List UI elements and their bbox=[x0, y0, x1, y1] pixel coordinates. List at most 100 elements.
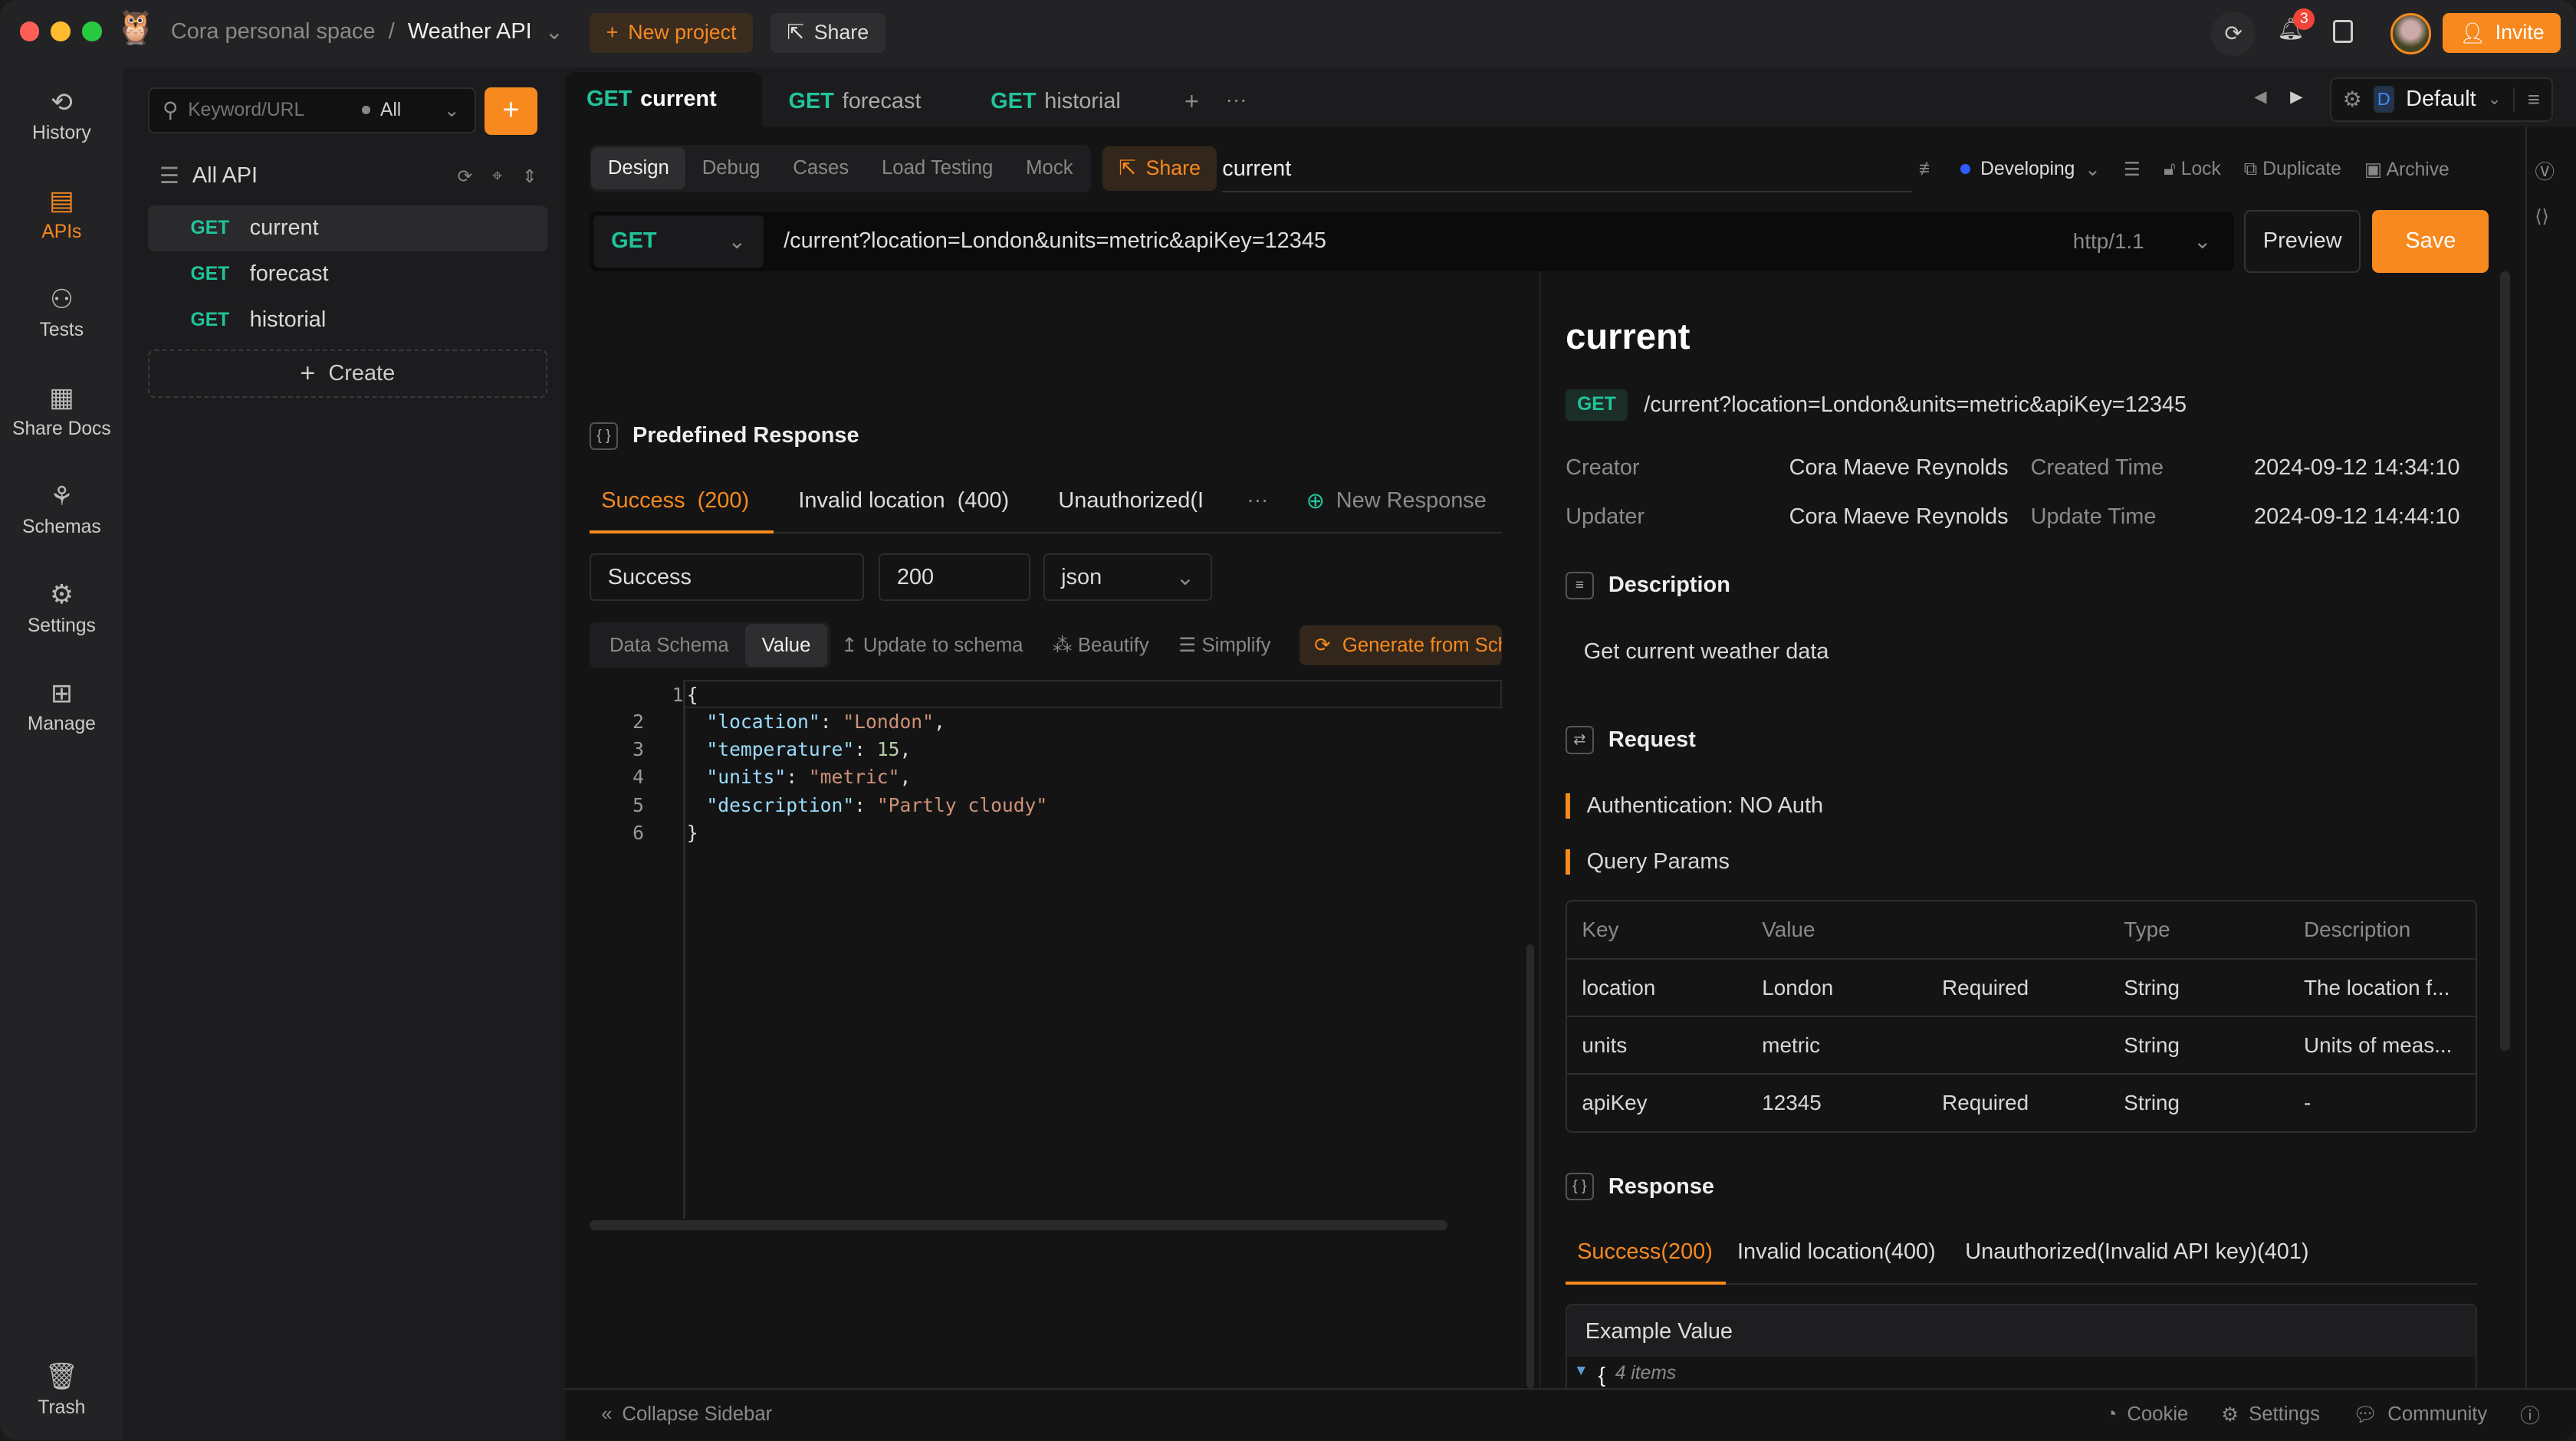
tab-historial[interactable]: GET historial bbox=[969, 77, 1171, 126]
minimize-window-button[interactable] bbox=[51, 21, 71, 41]
generate-from-schema-button[interactable]: ⟳ Generate from Sch bbox=[1300, 625, 1502, 665]
subtab-mock[interactable]: Mock bbox=[1010, 147, 1089, 190]
add-button[interactable]: + bbox=[485, 87, 537, 135]
share-api-button[interactable]: ⇱ Share bbox=[1102, 146, 1217, 191]
format-select[interactable]: json ⌄ bbox=[1043, 553, 1213, 602]
avatar[interactable] bbox=[2390, 13, 2432, 54]
project-selector[interactable]: Weather API bbox=[408, 19, 532, 44]
method-select[interactable]: GET ⌄ bbox=[593, 215, 764, 268]
environment-settings-icon[interactable]: ⚙ bbox=[2343, 87, 2362, 112]
protocol-select[interactable]: http/1.1 ⌄ bbox=[2073, 228, 2235, 254]
archive-button[interactable]: ▣ Archive bbox=[2364, 158, 2450, 181]
tree-item-forecast[interactable]: GET forecast bbox=[148, 251, 547, 297]
locate-icon[interactable]: ⌖ bbox=[492, 166, 502, 187]
sync-icon[interactable]: ⟳ bbox=[2211, 11, 2256, 56]
url-input[interactable] bbox=[764, 228, 2073, 254]
search-input[interactable] bbox=[188, 99, 353, 121]
horizontal-scrollbar[interactable] bbox=[590, 1220, 1447, 1230]
menu-icon[interactable]: ≡ bbox=[2512, 87, 2540, 112]
value-tab[interactable]: Value bbox=[745, 624, 827, 667]
duplicate-button[interactable]: ⧉ Duplicate bbox=[2244, 159, 2341, 180]
doc-response-tab[interactable]: Success(200) bbox=[1566, 1226, 1727, 1285]
collapse-triangle-icon[interactable]: ▼ bbox=[1574, 1363, 1589, 1380]
lock-button[interactable]: 🔓︎ Lock bbox=[2164, 159, 2221, 180]
method-label: GET bbox=[190, 263, 230, 284]
share-project-button[interactable]: ⇱ Share bbox=[770, 13, 886, 53]
preview-button[interactable]: Preview bbox=[2244, 210, 2361, 273]
nav-trash[interactable]: 🗑︎ Trash bbox=[0, 1361, 123, 1418]
invite-button[interactable]: 👤︎ Invite bbox=[2443, 13, 2561, 53]
beautify-button[interactable]: ⁂ Beautify bbox=[1053, 634, 1149, 657]
more-tabs-icon[interactable]: ··· bbox=[1226, 87, 1247, 112]
expand-collapse-icon[interactable]: ⇕ bbox=[522, 166, 537, 187]
nav-apis[interactable]: ▤ APIs bbox=[0, 185, 123, 242]
doc-response-tab[interactable]: Unauthorized(Invalid API key)(401) bbox=[1953, 1226, 2327, 1285]
nav-label: Schemas bbox=[22, 517, 101, 538]
collapse-sidebar-button[interactable]: «Collapse Sidebar bbox=[601, 1403, 772, 1426]
doc-url: /current?location=London&units=metric&ap… bbox=[1644, 392, 2187, 417]
nav-share-docs[interactable]: ▦ Share Docs bbox=[0, 382, 123, 439]
outline-icon[interactable]: ☰ bbox=[2124, 158, 2141, 181]
data-schema-tab[interactable]: Data Schema bbox=[593, 624, 746, 667]
environment-select[interactable]: Default bbox=[2406, 87, 2476, 112]
response-name-input[interactable] bbox=[590, 553, 865, 602]
response-tab[interactable]: Invalid location (400) bbox=[774, 476, 1033, 533]
doc-response-tab[interactable]: Invalid location(400) bbox=[1726, 1226, 1953, 1285]
nav-history[interactable]: ⟲ History bbox=[0, 87, 123, 144]
cookie-icon: ◔ bbox=[2104, 1403, 2118, 1426]
subtab-cases[interactable]: Cases bbox=[777, 147, 866, 190]
api-list-icon: ☰ bbox=[159, 164, 179, 189]
refresh-icon[interactable]: ⟳ bbox=[458, 166, 473, 187]
request-title: Request bbox=[1608, 727, 1696, 752]
all-api-label[interactable]: All API bbox=[192, 163, 258, 189]
document-icon[interactable] bbox=[2332, 19, 2353, 43]
version-icon[interactable]: Ⓥ bbox=[2535, 156, 2555, 185]
chevron-down-icon: ⌄ bbox=[544, 19, 564, 44]
new-tab-plus-icon[interactable]: + bbox=[1184, 87, 1199, 116]
nav-schemas[interactable]: ⚘ Schemas bbox=[0, 481, 123, 538]
close-window-button[interactable] bbox=[19, 21, 40, 41]
chevron-down-icon: ⌄ bbox=[2085, 159, 2101, 180]
nav-tests[interactable]: ⚇ Tests bbox=[0, 284, 123, 341]
description-title: Description bbox=[1608, 573, 1730, 598]
status-code-input[interactable] bbox=[879, 553, 1030, 602]
column-header: Value bbox=[1762, 917, 1815, 942]
create-button[interactable]: + Create bbox=[147, 350, 547, 398]
doc-scrollbar[interactable] bbox=[2500, 271, 2511, 1052]
simplify-button[interactable]: ☰ Simplify bbox=[1178, 634, 1270, 657]
nav-settings[interactable]: ⚙ Settings bbox=[0, 579, 123, 636]
tree-item-current[interactable]: GET current bbox=[147, 205, 547, 251]
scroll-right-icon[interactable]: ▶ bbox=[2290, 87, 2302, 107]
cookie-button[interactable]: ◔ Cookie bbox=[2105, 1400, 2188, 1429]
vertical-scrollbar[interactable] bbox=[1526, 944, 1535, 1388]
scroll-left-icon[interactable]: ◀ bbox=[2254, 87, 2266, 107]
tab-forecast[interactable]: GET forecast bbox=[767, 77, 970, 126]
new-project-button[interactable]: + New project bbox=[590, 13, 753, 53]
help-icon[interactable]: ⓘ bbox=[2520, 1400, 2540, 1429]
response-tab[interactable]: Unauthorized(I bbox=[1033, 476, 1211, 533]
tab-current[interactable]: GET current bbox=[565, 72, 763, 126]
more-responses-icon[interactable]: ··· bbox=[1247, 487, 1268, 512]
code-icon[interactable]: ⟨⟩ bbox=[2535, 205, 2548, 227]
api-name-field[interactable]: current bbox=[1222, 156, 1913, 193]
maximize-window-button[interactable] bbox=[82, 21, 102, 41]
edit-format-icon[interactable]: ≢ bbox=[1919, 159, 1938, 180]
response-tab[interactable]: Success (200) bbox=[590, 476, 774, 534]
tab-label: current bbox=[640, 87, 717, 112]
code-editor[interactable]: 1{2 "location": "London", 3 "temperature": … bbox=[590, 680, 1502, 1222]
settings-button[interactable]: ⚙ Settings bbox=[2221, 1400, 2320, 1429]
filter-select[interactable]: All ⌄ bbox=[362, 99, 460, 122]
community-button[interactable]: 💬︎ Community bbox=[2353, 1400, 2487, 1429]
nav-manage[interactable]: ⊞ Manage bbox=[0, 678, 123, 735]
subtab-design[interactable]: Design bbox=[591, 146, 686, 190]
status-select[interactable]: Developing ⌄ bbox=[1960, 158, 2101, 181]
new-response-button[interactable]: ⊕ New Response bbox=[1306, 487, 1487, 514]
save-button[interactable]: Save bbox=[2372, 210, 2489, 273]
subtab-load-testing[interactable]: Load Testing bbox=[866, 147, 1010, 190]
tree-item-historial[interactable]: GET historial bbox=[148, 297, 547, 343]
code-line: 6} bbox=[590, 819, 1501, 847]
update-to-schema-button[interactable]: ↥ Update to schema bbox=[841, 634, 1023, 657]
subtab-debug[interactable]: Debug bbox=[685, 147, 777, 190]
method-label: GET bbox=[190, 309, 230, 330]
workspace-link[interactable]: Cora personal space bbox=[171, 19, 376, 44]
